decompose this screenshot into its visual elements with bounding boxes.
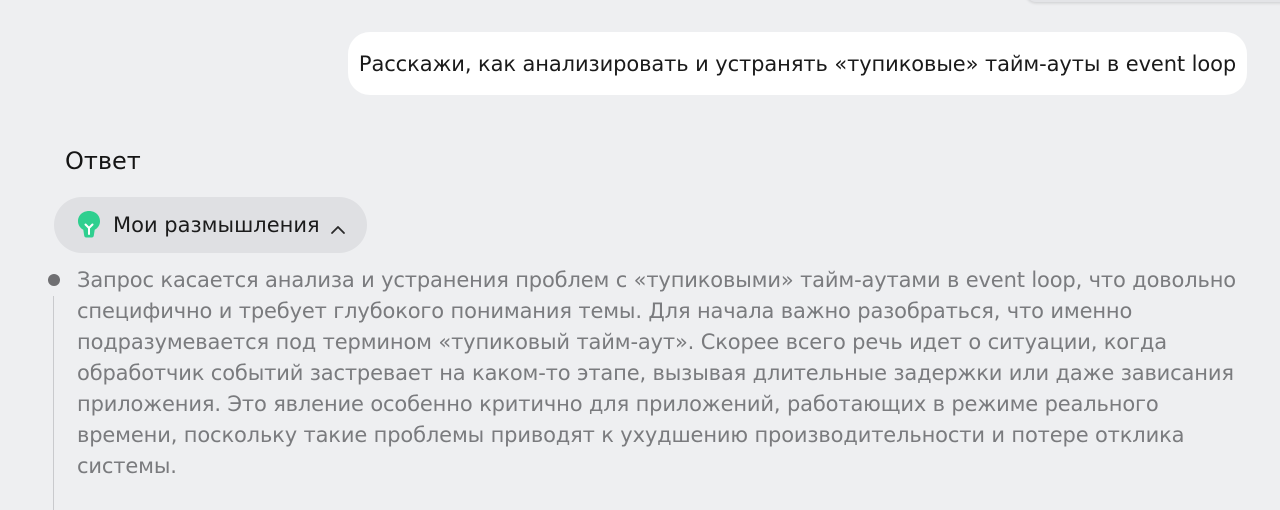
user-message-bubble: Расскажи, как анализировать и устранять … (348, 32, 1247, 95)
user-message-text: Расскажи, как анализировать и устранять … (358, 51, 1237, 76)
chevron-up-icon (330, 220, 346, 234)
chat-page: Расскажи, как анализировать и устранять … (0, 0, 1280, 510)
thought-paragraph: Запрос касается анализа и устранения про… (77, 268, 1236, 478)
lightbulb-icon (76, 210, 102, 240)
thoughts-toggle-label: Мои размышления (113, 213, 320, 237)
thoughts-toggle-button[interactable]: Мои размышления (54, 197, 367, 253)
answer-heading: Ответ (65, 147, 141, 175)
thought-bullet-dot (48, 274, 60, 286)
thought-timeline-line (53, 296, 54, 510)
top-panel-edge (1026, 0, 1280, 2)
